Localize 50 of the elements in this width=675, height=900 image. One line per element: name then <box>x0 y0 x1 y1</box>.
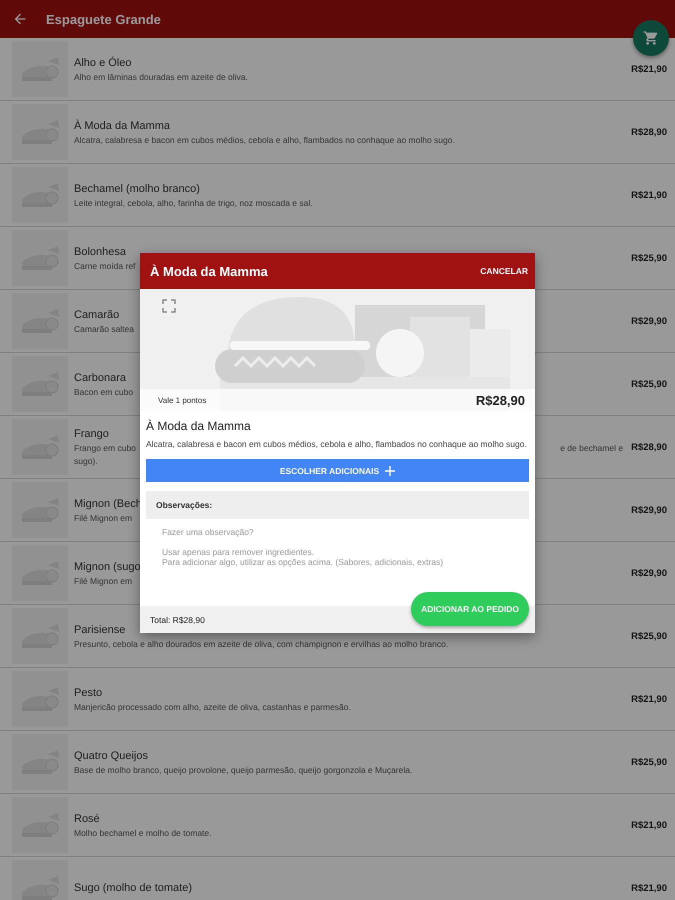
item-name: Carbonara <box>74 372 126 384</box>
item-price: R$25,90 <box>631 756 667 768</box>
item-description: Molho bechamel e molho de tomate. <box>74 828 212 838</box>
dialog-price: R$28,90 <box>476 392 525 408</box>
item-name: Quatro Queijos <box>74 750 148 762</box>
item-price: R$21,90 <box>631 820 667 830</box>
item-price: R$29,90 <box>631 568 667 578</box>
item-price: R$25,90 <box>631 630 667 642</box>
item-name: À Moda da Mamma <box>74 120 170 132</box>
product-description: Alcatra, calabresa e bacon em cubos médios, cebola e alho, flambados no conhaque ao molho sugo. <box>146 439 528 450</box>
notes-label: Observações: <box>156 500 212 510</box>
item-name: Bechamel (molho branco) <box>74 182 200 194</box>
item-name: Alho e Óleo <box>74 56 132 68</box>
item-name: Bolonhesa <box>74 246 126 258</box>
item-description: Alho em lâminas douradas em azeite de oliva. <box>74 72 248 82</box>
item-name: Frango <box>74 428 109 440</box>
item-price: R$21,90 <box>631 694 667 704</box>
item-name: Parisiense <box>74 624 126 636</box>
item-price: R$29,90 <box>631 504 667 516</box>
item-description: sugo). <box>74 456 98 466</box>
dialog-title: À Moda da Mamma <box>150 264 268 278</box>
points-label: Vale 1 pontos <box>158 396 206 404</box>
item-description: Manjericão processado com alho, azeite de oliva, castanhas e parmesão. <box>74 702 351 712</box>
item-name: Rosé <box>74 812 100 824</box>
item-description: Camarão saltea <box>74 324 134 334</box>
item-description: Base de molho branco, queijo provolone, queijo parmesão, queijo gorgonzola e Muçarela. <box>74 764 412 774</box>
total-label: Total: R$28,90 <box>150 614 205 624</box>
page-title: Espaguete Grande <box>46 12 161 26</box>
item-description: Filé Mignon em <box>74 576 132 586</box>
item-name: Mignon (sugo <box>74 560 141 572</box>
item-description: Filé Mignon em <box>74 512 132 522</box>
item-price: R$21,90 <box>631 190 667 200</box>
item-price: R$25,90 <box>631 252 667 264</box>
item-description: Frango em cubo <box>74 443 136 453</box>
item-description: e de bechamel e <box>560 443 624 453</box>
item-description: Alcatra, calabresa e bacon em cubos médios, cebola e alho, flambados no conhaque ao molho sugo. <box>74 134 455 144</box>
item-name: Sugo (molho de tomate) <box>74 882 192 894</box>
item-price: R$28,90 <box>631 126 667 138</box>
item-price: R$25,90 <box>631 378 667 390</box>
item-description: Leite integral, cebola, alho, farinha de trigo, noz moscada e sal. <box>74 198 313 208</box>
item-name: Camarão <box>74 308 120 320</box>
item-description: Carne moída ref <box>74 260 136 270</box>
item-price: R$29,90 <box>631 316 667 326</box>
item-price: R$28,90 <box>631 442 667 452</box>
item-name: Pesto <box>74 686 102 698</box>
item-description: Presunto, cebola e alho dourados em azeite de oliva, com champignon e ervilhas ao molho branco. <box>74 638 448 648</box>
product-name: À Moda da Mamma <box>146 419 252 433</box>
item-description: Bacon em cubo <box>74 386 134 396</box>
item-price: R$21,90 <box>631 882 667 894</box>
item-price: R$21,90 <box>631 64 667 74</box>
